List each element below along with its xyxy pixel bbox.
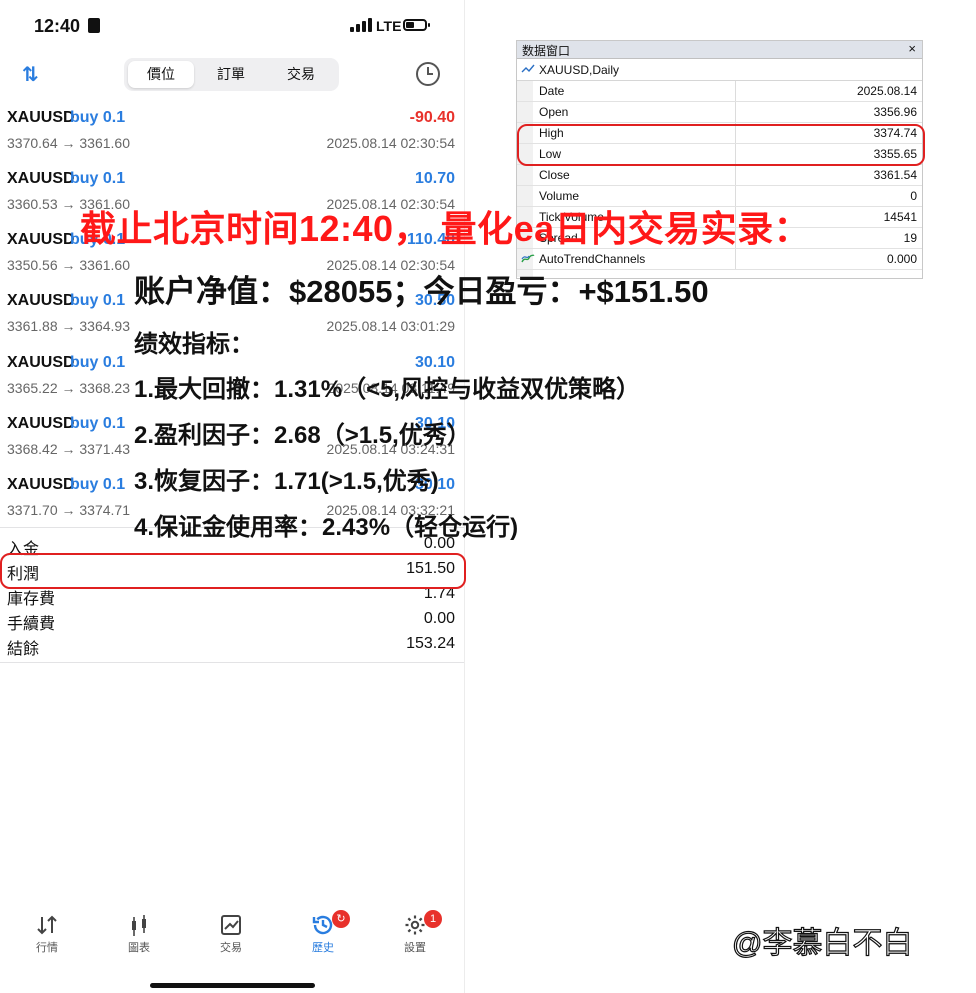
data-key: AutoTrendChannels [539,252,646,266]
trade-direction: buy 0.1 [70,109,126,126]
data-value: 0 [910,189,917,203]
trade-symbol: XAUUSD [7,231,75,248]
summary-label: 結餘 [7,641,40,658]
data-value: 3361.54 [873,168,917,182]
data-row-date: Date 2025.08.14 [517,81,922,102]
tab-trade[interactable]: 交易 [196,914,266,955]
line-chart-icon [521,64,535,73]
tab-label: 交易 [220,942,242,954]
data-row-open: Open 3356.96 [517,102,922,123]
tab-positions[interactable]: 價位 [128,61,194,88]
trade-prices: 3365.22 → 3368.23 [7,380,130,396]
trade-symbol: XAUUSD [7,170,75,187]
trade-prices: 3350.56 → 3361.60 [7,257,130,273]
clock-icon[interactable] [416,62,440,86]
network-label: LTE [376,18,402,34]
trade-direction: buy 0.1 [70,476,126,493]
close-icon[interactable]: × [908,41,916,56]
settings-badge: 1 [424,910,442,928]
tab-label: 圖表 [128,942,150,954]
signal-icon [350,18,372,32]
home-indicator [150,983,315,988]
profit-highlight-oval [0,553,466,589]
tab-orders[interactable]: 訂單 [198,61,264,88]
trade-profit: -90.40 [409,109,455,126]
summary-label: 手續費 [7,616,56,633]
tab-settings[interactable]: 設置 1 [380,910,450,955]
data-key: Open [539,105,569,119]
trade-direction: buy 0.1 [70,170,126,187]
overlay-metrics-title: 绩效指标： [134,331,254,358]
data-value: 14541 [883,210,917,224]
quotes-arrows-icon [37,915,57,935]
trade-symbol: XAUUSD [7,292,75,309]
trade-prices: 3368.42 → 3371.43 [7,441,130,457]
tab-label: 行情 [36,942,58,954]
overlay-equity-line: 账户净值：$28055；今日盈亏：+$151.50 [134,274,709,309]
summary-value: 0.00 [423,610,455,627]
tab-charts[interactable]: 圖表 [104,914,174,955]
tab-label: 歷史 [312,942,334,954]
data-value: 0.000 [886,252,917,266]
data-row-close: Close 3361.54 [517,165,922,186]
data-window-titlebar: 数据窗口 × [517,41,922,59]
overlay-metric: 3.恢复因子：1.71(>1.5,优秀) [134,468,439,495]
sim-icon [88,18,100,33]
trade-direction: buy 0.1 [70,354,126,371]
overlay-metric: 1.最大回撤：1.31%（<5,风控与收益双优策略） [134,376,641,403]
settings-gear-icon [405,915,425,935]
tab-quotes[interactable]: 行情 [12,914,82,955]
candlestick-chart-icon [132,915,146,936]
summary-row-commission: 手續費 0.00 [0,608,464,633]
summary-row-balance: 結餘 153.24 [0,633,464,658]
data-value: 2025.08.14 [856,84,917,98]
trade-profit: 10.70 [414,170,455,187]
trade-time: 2025.08.14 03:01:29 [326,318,455,334]
history-refresh-badge: ↻ [332,910,350,928]
tab-deals[interactable]: 交易 [268,61,334,88]
trade-time: 2025.08.14 02:30:54 [326,135,455,151]
overlay-metric: 2.盈利因子：2.68（>1.5,优秀） [134,422,471,449]
data-window-title: 数据窗口 [522,44,571,58]
indicator-icon [521,254,535,263]
data-value: 19 [903,231,917,245]
data-key: Date [539,84,565,98]
trade-symbol: XAUUSD [7,476,75,493]
tab-history[interactable]: 歷史 ↻ [288,910,358,955]
summary-value: 153.24 [406,635,455,652]
trade-symbol: XAUUSD [7,415,75,432]
trade-chart-icon [221,915,241,935]
trade-prices: 3371.70 → 3374.71 [7,502,130,518]
summary-bottom-divider [0,662,464,663]
trade-symbol: XAUUSD [7,109,75,126]
segmented-control: 價位 訂單 交易 [124,58,339,91]
mobile-trade-history-screen: 12:40 LTE ⇅ 價位 訂單 交易 XAUUSD buy 0.1 -90.… [0,0,466,993]
trade-prices: 3370.64 → 3361.60 [7,135,130,151]
battery-icon [403,19,430,31]
trade-prices: 3361.88 → 3364.93 [7,318,130,334]
status-time: 12:40 [34,16,81,36]
data-window-symbol-row: XAUUSD,Daily [517,59,922,81]
history-icon [312,915,333,935]
trade-direction: buy 0.1 [70,415,126,432]
watermark: @李慕白不白 [731,926,913,960]
data-key: Close [539,168,570,182]
trade-row[interactable]: XAUUSD buy 0.1 -90.40 3370.64 → 3361.60 … [0,101,464,162]
sort-icon[interactable]: ⇅ [22,62,39,87]
trade-direction: buy 0.1 [70,292,126,309]
tab-label: 設置 [404,942,426,954]
trade-symbol: XAUUSD [7,354,75,371]
overlay-metric: 4.保证金使用率：2.43%（轻仓运行) [134,514,519,541]
data-value: 3356.96 [873,105,917,119]
high-low-highlight-oval [517,124,925,166]
data-window-symbol: XAUUSD,Daily [539,63,620,77]
overlay-headline: 截止北京时间12:40， 量化ea日内交易实录： [80,208,811,249]
